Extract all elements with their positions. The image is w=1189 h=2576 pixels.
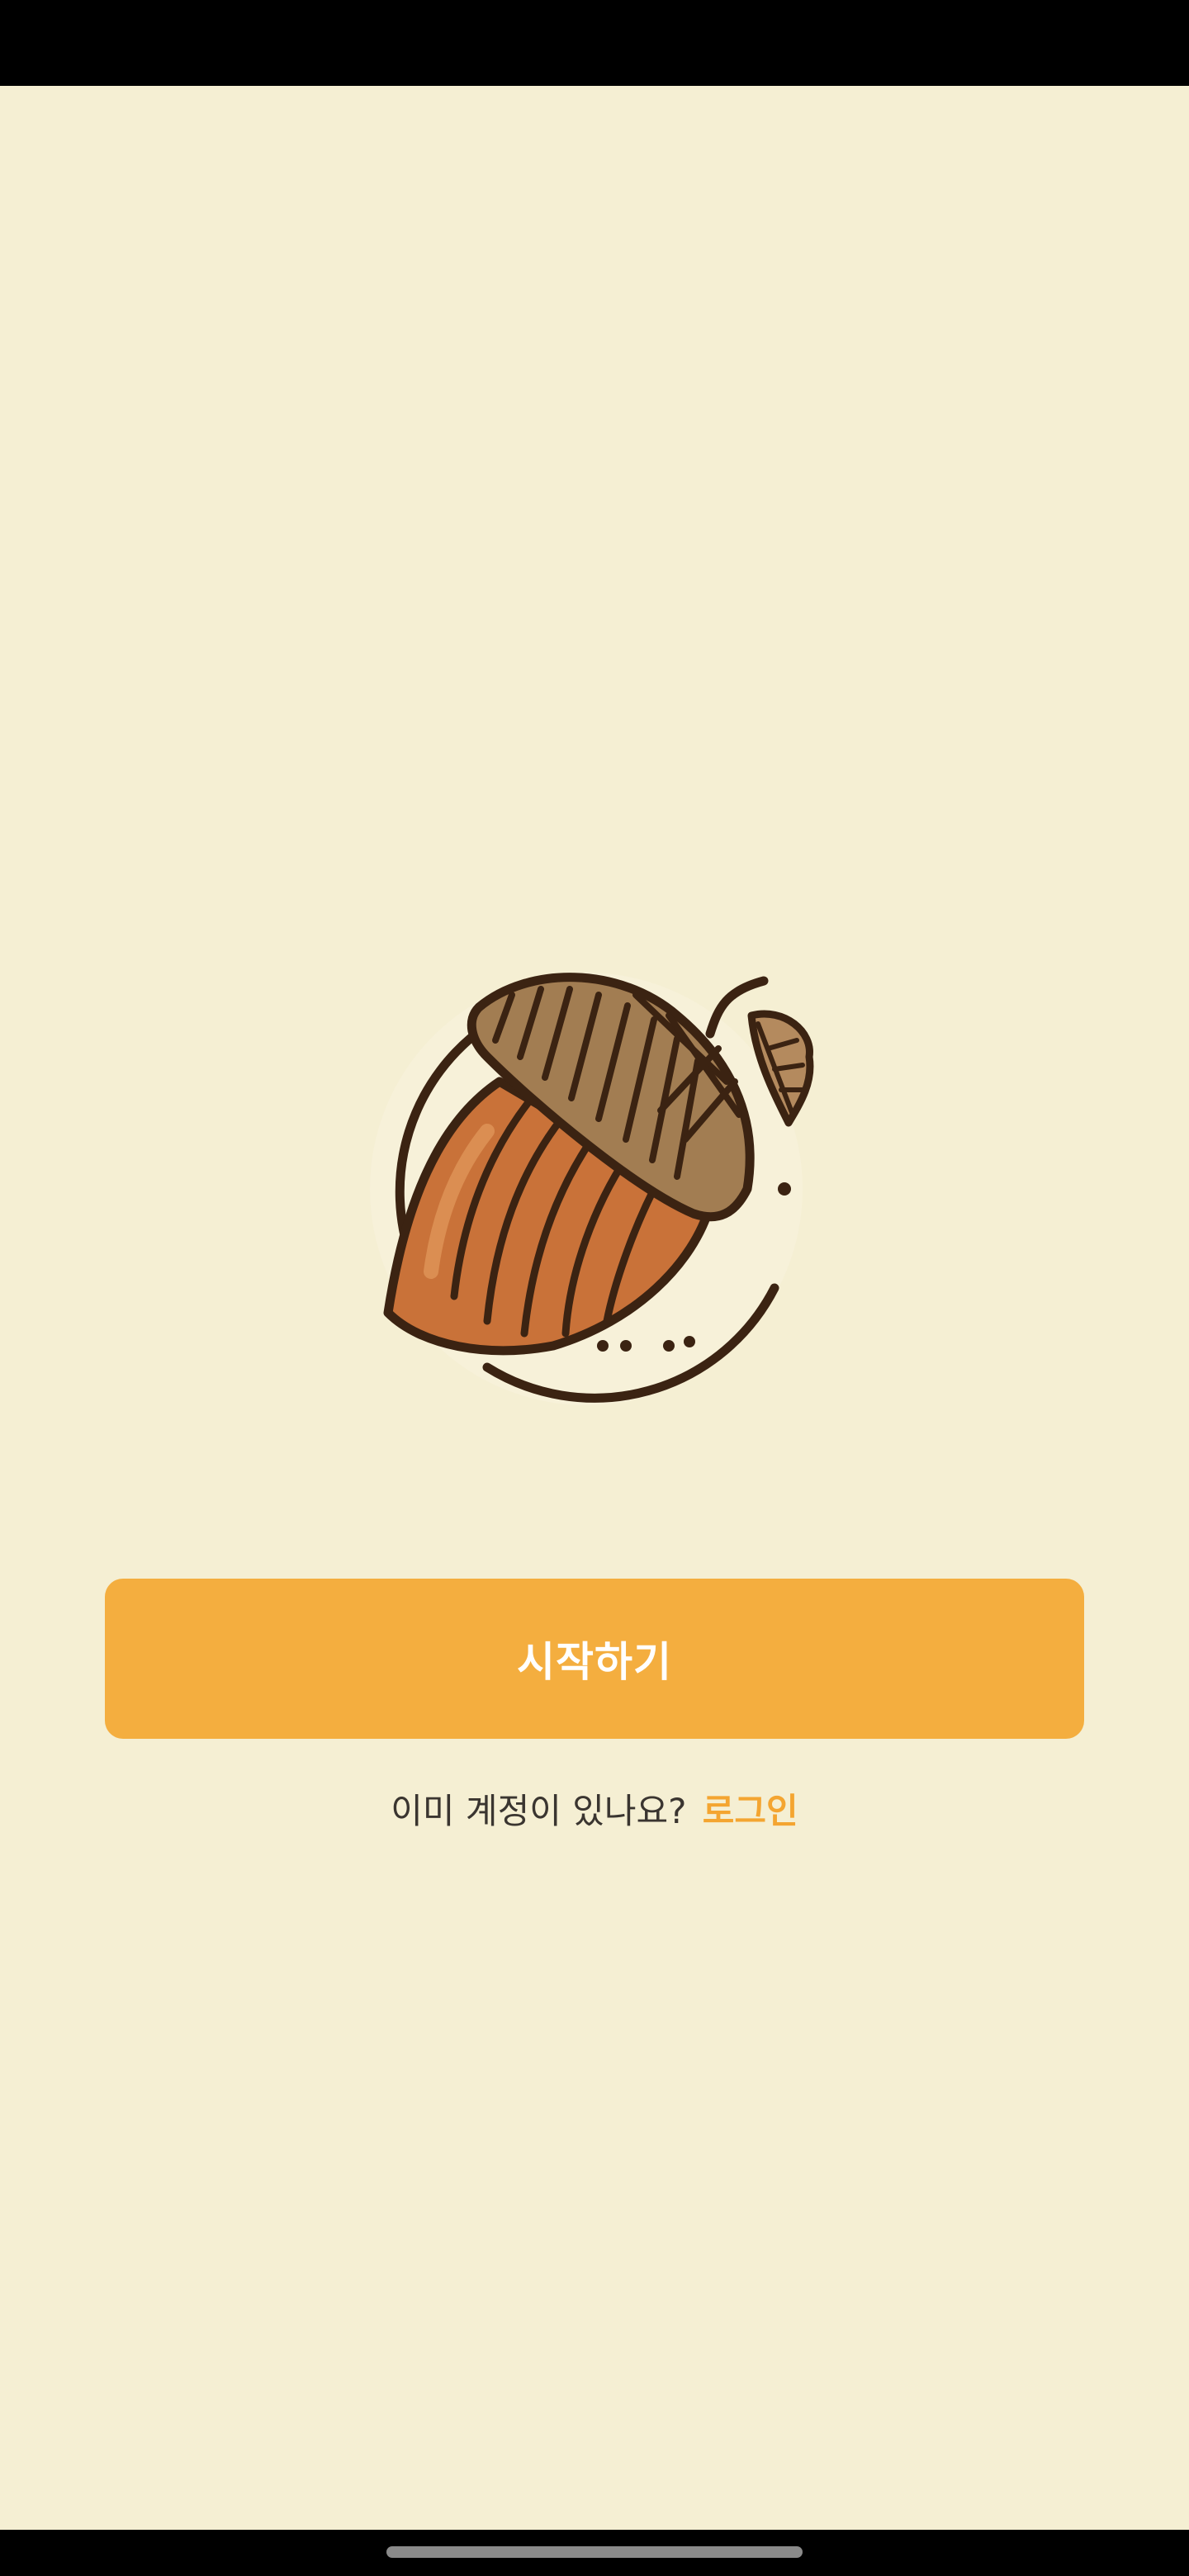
acorn-icon xyxy=(363,958,842,1420)
login-link[interactable]: 로그인 xyxy=(703,1791,798,1831)
login-prompt-text: 이미 계정이 있나요? xyxy=(391,1791,687,1831)
start-button[interactable]: 시작하기 xyxy=(105,1579,1084,1739)
home-indicator[interactable] xyxy=(386,2546,803,2558)
status-bar xyxy=(0,0,1189,86)
login-prompt: 이미 계정이 있나요? 로그인 xyxy=(0,1783,1189,1834)
